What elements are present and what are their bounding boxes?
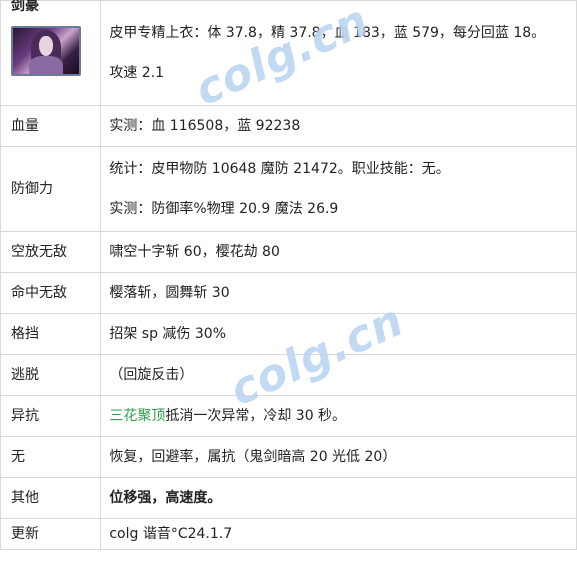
character-name-cell: 剑豪 [0,0,102,106]
row-value: 三花聚顶抵消一次异常，冷却 30 秒。 [100,395,577,437]
table-row: 无 恢复，回避率，属抗（鬼剑暗高 20 光低 20） [0,436,577,478]
character-name: 剑豪 [11,0,39,14]
row-label: 命中无敌 [0,272,102,314]
table-row: 逃脱 （回旋反击） [0,354,577,396]
value-cell: 统计：皮甲物防 10648 魔防 21472。职业技能：无。 实测：防御率%物理… [100,146,577,232]
row-value: 招架 sp 减伤 30% [100,313,577,355]
row-label: 异抗 [0,395,102,437]
row-label: 更新 [0,518,102,550]
table-row: 血量 实测：血 116508，蓝 92238 [0,105,577,147]
row-label: 空放无敌 [0,231,102,273]
row-value: 实测：血 116508，蓝 92238 [100,105,577,147]
row-value: colg 谐音°C24.1.7 [100,518,577,550]
table-row: 剑豪 皮甲专精上衣：体 37.8，精 37.8，血 183，蓝 579，每分回蓝… [0,0,577,106]
value-line: 攻速 2.1 [109,65,165,81]
table-row: 命中无敌 樱落斩，圆舞斩 30 [0,272,577,314]
row-value: （回旋反击） [100,354,577,396]
table-row: 防御力 统计：皮甲物防 10648 魔防 21472。职业技能：无。 实测：防御… [0,146,577,232]
skill-highlight: 三花聚顶 [109,408,166,424]
table-row: 格挡 招架 sp 减伤 30% [0,313,577,355]
table-row: 空放无敌 啸空十字斩 60，樱花劫 80 [0,231,577,273]
value-cell: 皮甲专精上衣：体 37.8，精 37.8，血 183，蓝 579，每分回蓝 18… [100,0,577,106]
character-portrait-image [11,26,81,76]
value-line: 实测：防御率%物理 20.9 魔法 26.9 [109,201,339,217]
row-value: 位移强，高速度。 [100,477,577,519]
value-line: 皮甲专精上衣：体 37.8，精 37.8，血 183，蓝 579，每分回蓝 18… [109,25,546,41]
character-info-table: 剑豪 皮甲专精上衣：体 37.8，精 37.8，血 183，蓝 579，每分回蓝… [0,0,577,550]
row-value: 樱落斩，圆舞斩 30 [100,272,577,314]
row-label: 其他 [0,477,102,519]
table-row: 异抗 三花聚顶抵消一次异常，冷却 30 秒。 [0,395,577,437]
row-label: 格挡 [0,313,102,355]
row-label: 血量 [0,105,102,147]
row-label: 无 [0,436,102,478]
row-value: 啸空十字斩 60，樱花劫 80 [100,231,577,273]
table-row: 更新 colg 谐音°C24.1.7 [0,518,577,550]
table-row: 其他 位移强，高速度。 [0,477,577,519]
row-value: 恢复，回避率，属抗（鬼剑暗高 20 光低 20） [100,436,577,478]
row-label: 防御力 [0,146,102,232]
value-line: 统计：皮甲物防 10648 魔防 21472。职业技能：无。 [109,161,450,177]
row-label: 逃脱 [0,354,102,396]
row-value-text: 抵消一次异常，冷却 30 秒。 [165,408,347,424]
